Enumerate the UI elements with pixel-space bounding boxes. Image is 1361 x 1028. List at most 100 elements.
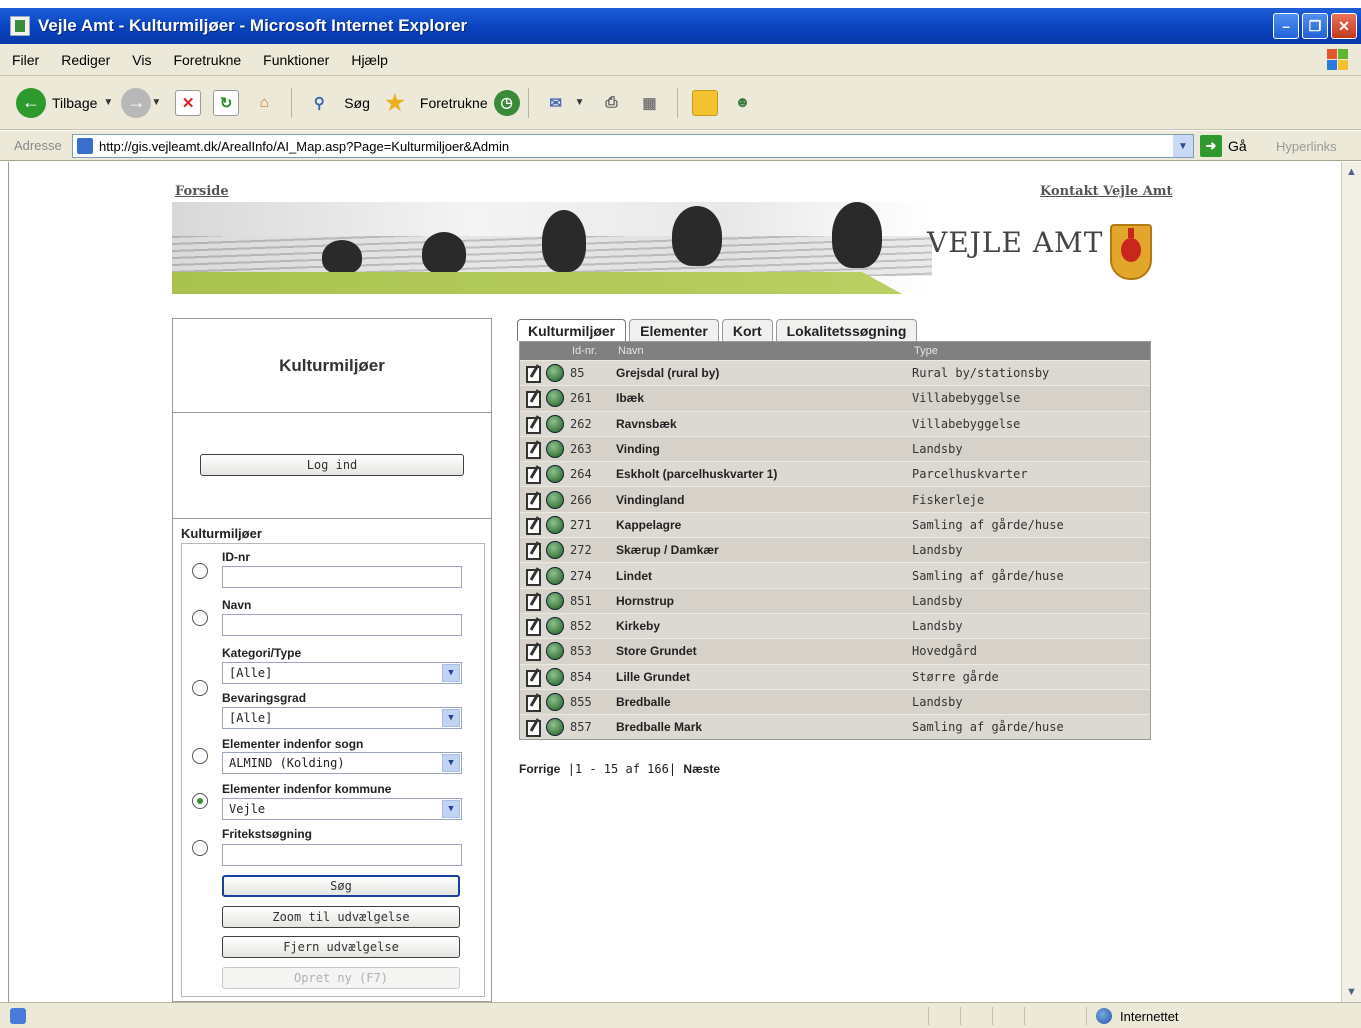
cell-name[interactable]: Vindingland xyxy=(616,493,912,507)
back-dropdown-icon[interactable]: ▼ xyxy=(103,97,113,108)
show-on-map-icon[interactable] xyxy=(546,566,564,585)
messenger-icon[interactable]: ☻ xyxy=(730,90,756,116)
edit-icon[interactable] xyxy=(524,592,542,611)
edit-icon[interactable] xyxy=(524,491,542,510)
menu-edit[interactable]: Rediger xyxy=(61,52,110,68)
print-icon[interactable]: ⎙ xyxy=(599,90,625,116)
show-on-map-icon[interactable] xyxy=(546,515,564,534)
folder-icon[interactable] xyxy=(691,89,718,116)
radio-id[interactable] xyxy=(192,563,208,579)
chevron-down-icon[interactable]: ▼ xyxy=(442,800,460,818)
cell-name[interactable]: Bredballe Mark xyxy=(616,720,912,734)
table-row[interactable]: 262 Ravnsbæk Villabebyggelse xyxy=(520,410,1150,436)
window-titlebar[interactable]: Vejle Amt - Kulturmiljøer - Microsoft In… xyxy=(0,8,1361,44)
show-on-map-icon[interactable] xyxy=(546,414,564,433)
restore-button[interactable]: ❐ xyxy=(1302,13,1328,39)
radio-freetext[interactable] xyxy=(192,840,208,856)
radio-name[interactable] xyxy=(192,610,208,626)
cell-name[interactable]: Grejsdal (rural by) xyxy=(616,366,912,380)
show-on-map-icon[interactable] xyxy=(546,718,564,737)
favorites-star-icon[interactable]: ★ xyxy=(382,90,408,116)
favorites-button-label[interactable]: Foretrukne xyxy=(420,95,488,111)
go-button-label[interactable]: Gå xyxy=(1228,138,1247,154)
cell-name[interactable]: Eskholt (parcelhuskvarter 1) xyxy=(616,467,912,481)
show-on-map-icon[interactable] xyxy=(546,389,564,408)
menu-help[interactable]: Hjælp xyxy=(351,52,388,68)
back-button-label[interactable]: Tilbage xyxy=(52,95,97,111)
table-row[interactable]: 263 Vinding Landsby xyxy=(520,435,1150,462)
preservation-select[interactable]: [Alle] ▼ xyxy=(222,707,462,729)
show-on-map-icon[interactable] xyxy=(546,541,564,560)
home-link[interactable]: Forside xyxy=(175,184,229,199)
edit-icon[interactable] xyxy=(524,389,542,409)
table-row[interactable]: 852 Kirkeby Landsby xyxy=(520,612,1150,639)
cell-name[interactable]: Ravnsbæk xyxy=(616,417,912,431)
radio-category[interactable] xyxy=(192,680,208,696)
radio-parish[interactable] xyxy=(192,748,208,764)
cell-name[interactable]: Kappelagre xyxy=(616,518,912,532)
table-row[interactable]: 271 Kappelagre Samling af gårde/huse xyxy=(520,511,1150,538)
edit-icon[interactable] xyxy=(524,693,542,712)
name-input[interactable] xyxy=(222,614,462,636)
id-input[interactable] xyxy=(222,566,462,588)
parish-select[interactable]: ALMIND (Kolding) ▼ xyxy=(222,752,462,774)
address-url[interactable]: http://gis.vejleamt.dk/ArealInfo/AI_Map.… xyxy=(99,139,509,154)
cell-name[interactable]: Skærup / Damkær xyxy=(616,543,912,557)
remove-selection-button[interactable]: Fjern udvælgelse xyxy=(222,936,460,958)
edit-icon[interactable] xyxy=(524,642,542,662)
forward-arrow-icon[interactable]: → xyxy=(121,87,152,118)
contact-link[interactable]: Kontakt Vejle Amt xyxy=(1040,184,1173,199)
show-on-map-icon[interactable] xyxy=(546,465,564,484)
cell-name[interactable]: Kirkeby xyxy=(616,619,912,633)
category-select[interactable]: [Alle] ▼ xyxy=(222,662,462,684)
chevron-down-icon[interactable]: ▼ xyxy=(442,709,460,727)
table-row[interactable]: 857 Bredballe Mark Samling af gårde/huse xyxy=(520,714,1150,740)
scroll-up-icon[interactable]: ▲ xyxy=(1342,162,1361,182)
edit-icon[interactable] xyxy=(524,516,542,535)
edit-icon[interactable] xyxy=(524,465,542,485)
edit-page-icon[interactable]: ▦ xyxy=(637,90,663,116)
show-on-map-icon[interactable] xyxy=(546,490,564,509)
minimize-button[interactable]: – xyxy=(1273,13,1299,39)
show-on-map-icon[interactable] xyxy=(546,364,564,383)
edit-icon[interactable] xyxy=(524,415,542,434)
cell-name[interactable]: Ibæk xyxy=(616,391,912,405)
edit-icon[interactable] xyxy=(524,718,542,738)
next-page-link[interactable]: Næste xyxy=(683,762,720,776)
type-header[interactable]: Type xyxy=(914,345,938,357)
home-icon[interactable]: ⌂ xyxy=(251,90,277,116)
search-button-label[interactable]: Søg xyxy=(344,95,370,111)
search-button[interactable]: Søg xyxy=(222,875,460,897)
table-row[interactable]: 854 Lille Grundet Større gårde xyxy=(520,663,1150,689)
login-button[interactable]: Log ind xyxy=(200,454,464,476)
create-new-button[interactable]: Opret ny (F7) xyxy=(222,967,460,989)
edit-icon[interactable] xyxy=(524,567,542,586)
show-on-map-icon[interactable] xyxy=(546,667,564,686)
close-button[interactable]: ✕ xyxy=(1331,13,1357,39)
cell-name[interactable]: Bredballe xyxy=(616,695,912,709)
menu-view[interactable]: Vis xyxy=(132,52,151,68)
cell-name[interactable]: Hornstrup xyxy=(616,594,912,608)
refresh-icon[interactable]: ↻ xyxy=(213,89,240,116)
edit-icon[interactable] xyxy=(524,668,542,687)
id-header[interactable]: Id-nr. xyxy=(572,345,618,357)
edit-icon[interactable] xyxy=(524,364,542,384)
search-icon[interactable]: ⚲ xyxy=(306,90,332,116)
name-header[interactable]: Navn xyxy=(618,345,914,357)
tab-kulturmiljoer[interactable]: Kulturmiljøer xyxy=(517,319,627,341)
go-arrow-icon[interactable]: ➜ xyxy=(1200,135,1222,157)
show-on-map-icon[interactable] xyxy=(546,642,564,661)
menu-file[interactable]: Filer xyxy=(12,52,39,68)
prev-page-link[interactable]: Forrige xyxy=(519,762,560,776)
edit-icon[interactable] xyxy=(524,440,542,460)
table-row[interactable]: 851 Hornstrup Landsby xyxy=(520,587,1150,613)
back-arrow-icon[interactable]: ← xyxy=(16,87,46,118)
table-row[interactable]: 264 Eskholt (parcelhuskvarter 1) Parcelhus… xyxy=(520,461,1150,487)
mail-icon[interactable]: ✉ xyxy=(543,90,569,116)
cell-name[interactable]: Lindet xyxy=(616,569,912,583)
vertical-scrollbar[interactable]: ▲ ▼ xyxy=(1341,162,1361,1002)
cell-name[interactable]: Store Grundet xyxy=(616,644,912,658)
tab-lokalitetssogning[interactable]: Lokalitetssøgning xyxy=(775,319,918,341)
tab-elementer[interactable]: Elementer xyxy=(629,319,719,341)
menu-tools[interactable]: Funktioner xyxy=(263,52,329,68)
